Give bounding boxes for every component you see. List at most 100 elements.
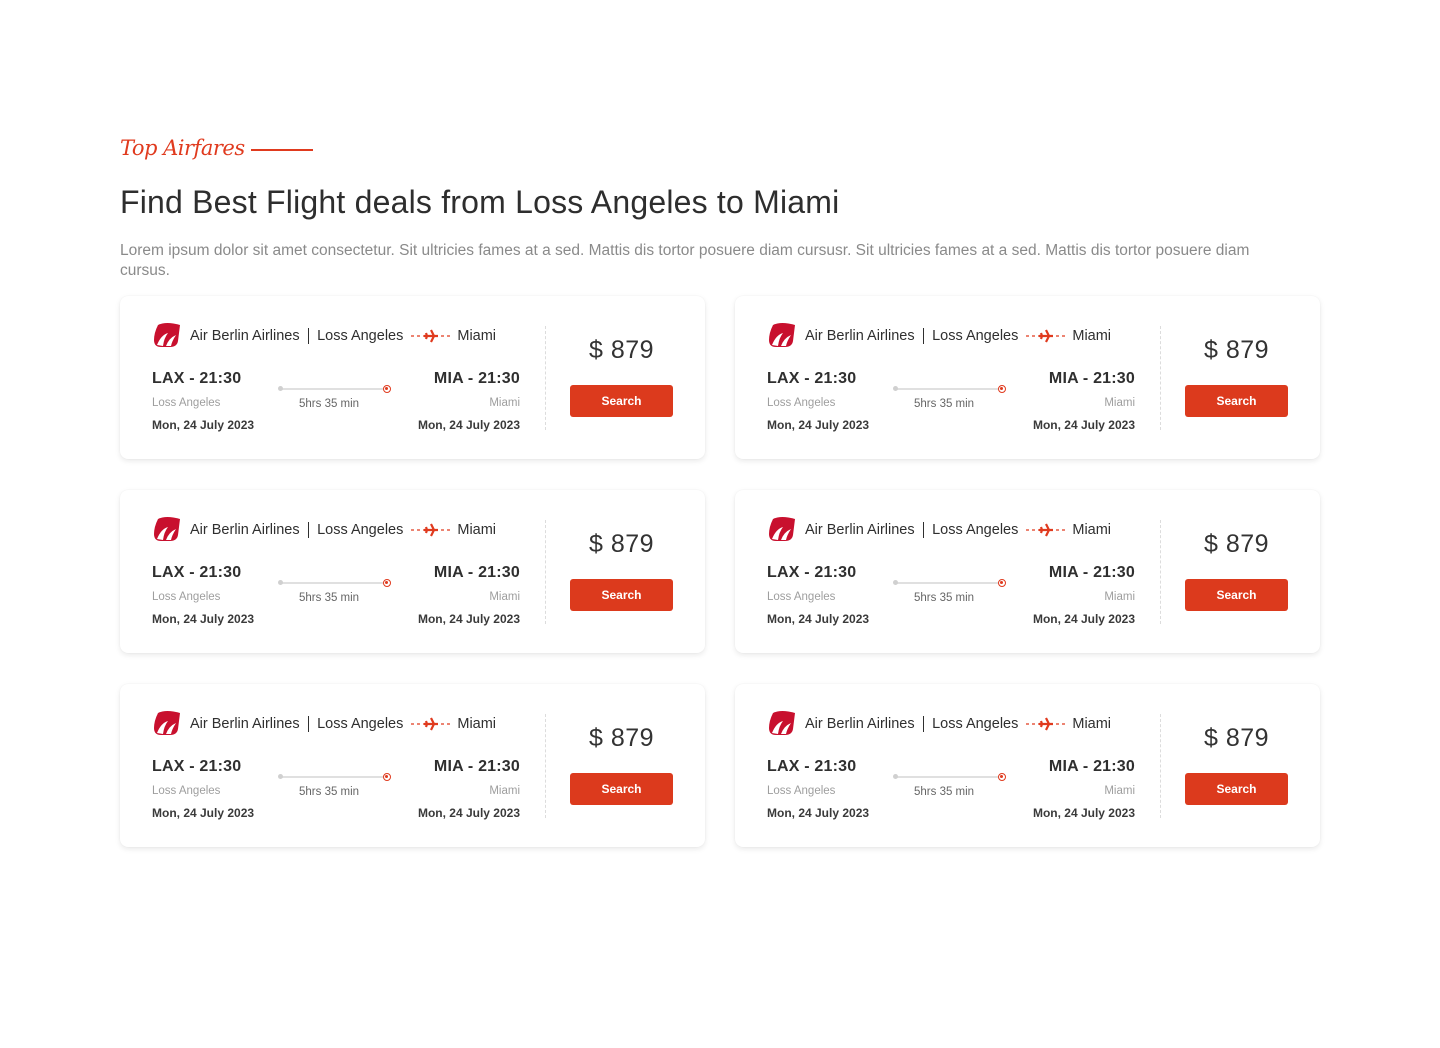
- track-start-dot: [893, 580, 898, 585]
- search-button[interactable]: Search: [570, 579, 673, 611]
- airplane-icon: [411, 329, 452, 343]
- flight-track: [895, 776, 1003, 778]
- track-start-dot: [893, 386, 898, 391]
- departure-code-time: LAX - 21:30: [767, 370, 857, 387]
- track-end-marker: [998, 773, 1006, 781]
- arrival-code-time: MIA - 21:30: [1048, 564, 1135, 581]
- arrival-city: Miami: [489, 591, 520, 603]
- destination-city: Miami: [457, 716, 497, 732]
- arrival-city: Miami: [489, 397, 520, 409]
- arrival-city: Miami: [1104, 591, 1135, 603]
- departure-date: Mon, 24 July 2023: [152, 418, 255, 432]
- departure-city: Loss Angeles: [767, 591, 836, 603]
- track-end-marker: [383, 385, 391, 393]
- price: $ 879: [1203, 530, 1270, 558]
- air-berlin-logo-icon: [769, 517, 795, 541]
- destination-city: Miami: [457, 328, 497, 344]
- departure-code-time: LAX - 21:30: [152, 564, 242, 581]
- arrival-date: Mon, 24 July 2023: [417, 612, 520, 626]
- arrival-date: Mon, 24 July 2023: [1032, 806, 1135, 820]
- separator: [307, 328, 310, 344]
- card-divider: [1160, 714, 1161, 818]
- arrival-city: Miami: [489, 785, 520, 797]
- airline-name: Air Berlin Airlines: [190, 716, 300, 732]
- airplane-icon: [1026, 717, 1067, 731]
- arrival-code-time: MIA - 21:30: [433, 758, 520, 775]
- section-description: Lorem ipsum dolor sit amet consectetur. …: [120, 242, 1250, 279]
- departure-date: Mon, 24 July 2023: [152, 806, 255, 820]
- card-divider: [545, 520, 546, 624]
- arrival-date: Mon, 24 July 2023: [1032, 612, 1135, 626]
- air-berlin-logo-icon: [769, 323, 795, 347]
- air-berlin-logo-icon: [154, 323, 180, 347]
- separator: [307, 716, 310, 732]
- track-end-marker: [998, 579, 1006, 587]
- card-divider: [1160, 326, 1161, 430]
- arrival-city: Miami: [1104, 785, 1135, 797]
- departure-date: Mon, 24 July 2023: [767, 806, 870, 820]
- departure-city: Loss Angeles: [767, 397, 836, 409]
- search-button[interactable]: Search: [570, 385, 673, 417]
- flight-deal-card[interactable]: Air Berlin Airlines Loss Angeles Miami L…: [120, 490, 705, 653]
- flight-duration: 5hrs 35 min: [299, 786, 360, 798]
- price: $ 879: [588, 530, 655, 558]
- destination-city: Miami: [1072, 522, 1112, 538]
- departure-code-time: LAX - 21:30: [767, 758, 857, 775]
- origin-city: Loss Angeles: [932, 328, 1019, 344]
- airline-name: Air Berlin Airlines: [805, 716, 915, 732]
- origin-city: Loss Angeles: [317, 522, 404, 538]
- origin-city: Loss Angeles: [317, 716, 404, 732]
- flight-deal-card[interactable]: Air Berlin Airlines Loss Angeles Miami L…: [735, 296, 1320, 459]
- departure-code-time: LAX - 21:30: [152, 758, 242, 775]
- separator: [922, 522, 925, 538]
- route-header: Air Berlin Airlines Loss Angeles Miami: [767, 514, 1111, 546]
- destination-city: Miami: [1072, 328, 1112, 344]
- departure-date: Mon, 24 July 2023: [152, 612, 255, 626]
- departure-date: Mon, 24 July 2023: [767, 612, 870, 626]
- flight-deal-card[interactable]: Air Berlin Airlines Loss Angeles Miami L…: [735, 490, 1320, 653]
- flight-duration: 5hrs 35 min: [914, 398, 975, 410]
- eyebrow-label: Top Airfares: [120, 136, 245, 160]
- flight-track: [895, 582, 1003, 584]
- card-divider: [545, 326, 546, 430]
- eyebrow: Top Airfares: [120, 128, 1320, 168]
- air-berlin-logo-icon: [154, 711, 180, 735]
- airplane-icon: [1026, 523, 1067, 537]
- route-header: Air Berlin Airlines Loss Angeles Miami: [152, 708, 496, 740]
- flight-duration: 5hrs 35 min: [299, 398, 360, 410]
- route-header: Air Berlin Airlines Loss Angeles Miami: [152, 320, 496, 352]
- track-end-marker: [998, 385, 1006, 393]
- search-button[interactable]: Search: [570, 773, 673, 805]
- top-airfares-section: Top Airfares Find Best Flight deals from…: [120, 128, 1320, 281]
- flight-track: [280, 582, 388, 584]
- airplane-icon: [411, 523, 452, 537]
- track-end-marker: [383, 579, 391, 587]
- arrival-code-time: MIA - 21:30: [1048, 758, 1135, 775]
- route-header: Air Berlin Airlines Loss Angeles Miami: [767, 320, 1111, 352]
- eyebrow-line: [250, 149, 313, 151]
- arrival-code-time: MIA - 21:30: [433, 370, 520, 387]
- flight-duration: 5hrs 35 min: [914, 592, 975, 604]
- flight-track: [895, 388, 1003, 390]
- flight-track: [280, 776, 388, 778]
- airline-name: Air Berlin Airlines: [190, 328, 300, 344]
- search-button[interactable]: Search: [1185, 773, 1288, 805]
- track-start-dot: [278, 774, 283, 779]
- search-button[interactable]: Search: [1185, 385, 1288, 417]
- flight-deal-card[interactable]: Air Berlin Airlines Loss Angeles Miami L…: [120, 296, 705, 459]
- separator: [922, 328, 925, 344]
- flight-deal-card[interactable]: Air Berlin Airlines Loss Angeles Miami L…: [120, 684, 705, 847]
- airline-name: Air Berlin Airlines: [190, 522, 300, 538]
- flight-deal-card[interactable]: Air Berlin Airlines Loss Angeles Miami L…: [735, 684, 1320, 847]
- arrival-date: Mon, 24 July 2023: [1032, 418, 1135, 432]
- arrival-date: Mon, 24 July 2023: [417, 806, 520, 820]
- departure-code-time: LAX - 21:30: [767, 564, 857, 581]
- departure-city: Loss Angeles: [152, 591, 221, 603]
- airplane-icon: [411, 717, 452, 731]
- track-end-marker: [383, 773, 391, 781]
- origin-city: Loss Angeles: [317, 328, 404, 344]
- departure-city: Loss Angeles: [152, 785, 221, 797]
- search-button[interactable]: Search: [1185, 579, 1288, 611]
- arrival-city: Miami: [1104, 397, 1135, 409]
- route-header: Air Berlin Airlines Loss Angeles Miami: [152, 514, 496, 546]
